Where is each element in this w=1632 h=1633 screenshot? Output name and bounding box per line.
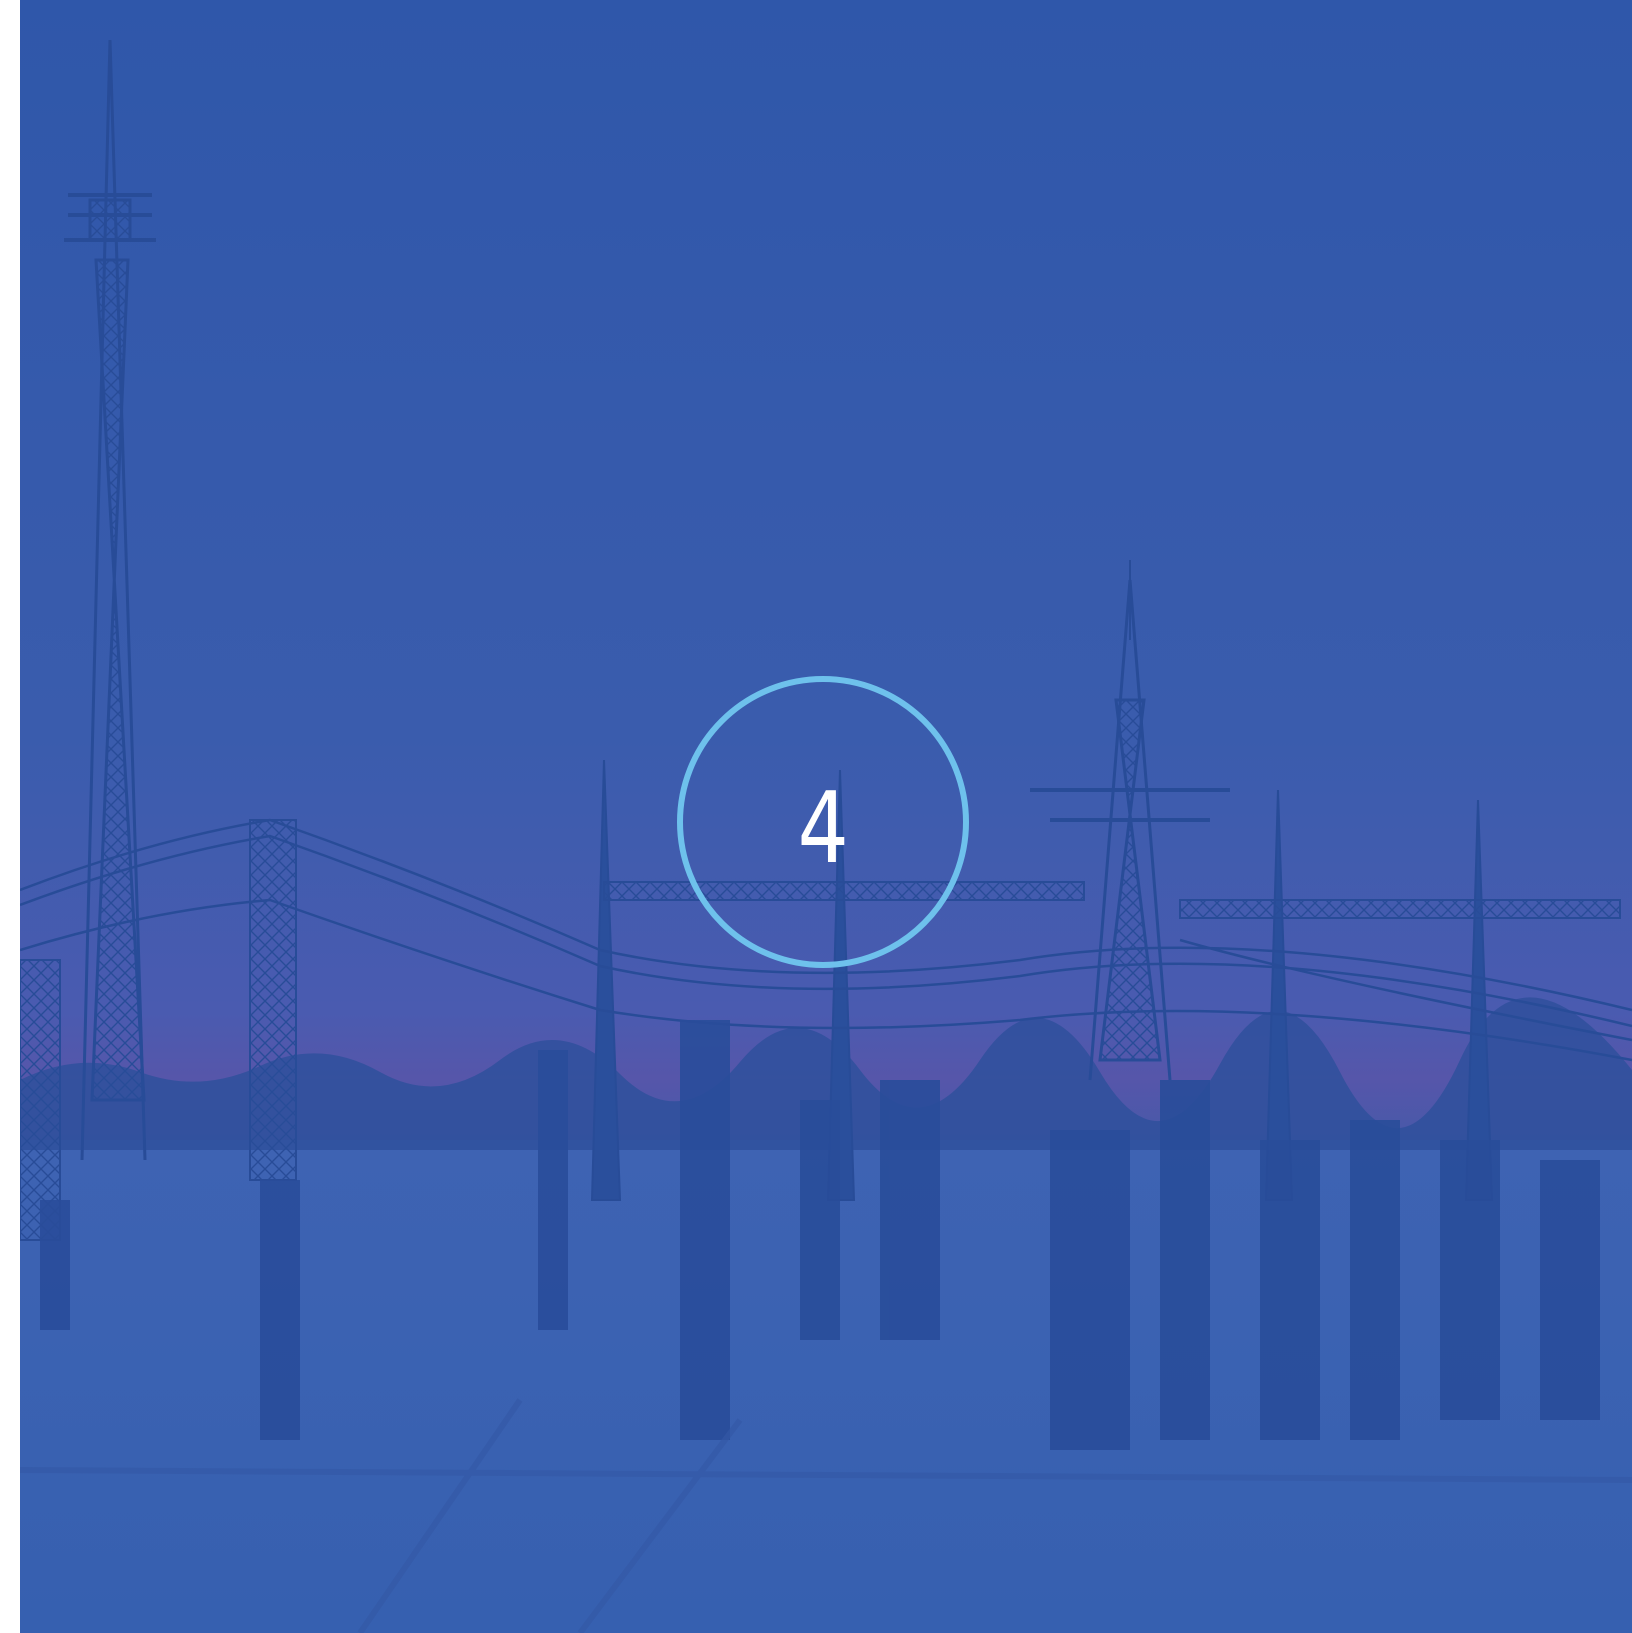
chapter-number: 4 — [797, 772, 849, 886]
page-margin — [0, 0, 20, 1633]
chapter-divider-page: 4 — [0, 0, 1632, 1633]
chapter-number-badge: 4 — [677, 676, 969, 968]
